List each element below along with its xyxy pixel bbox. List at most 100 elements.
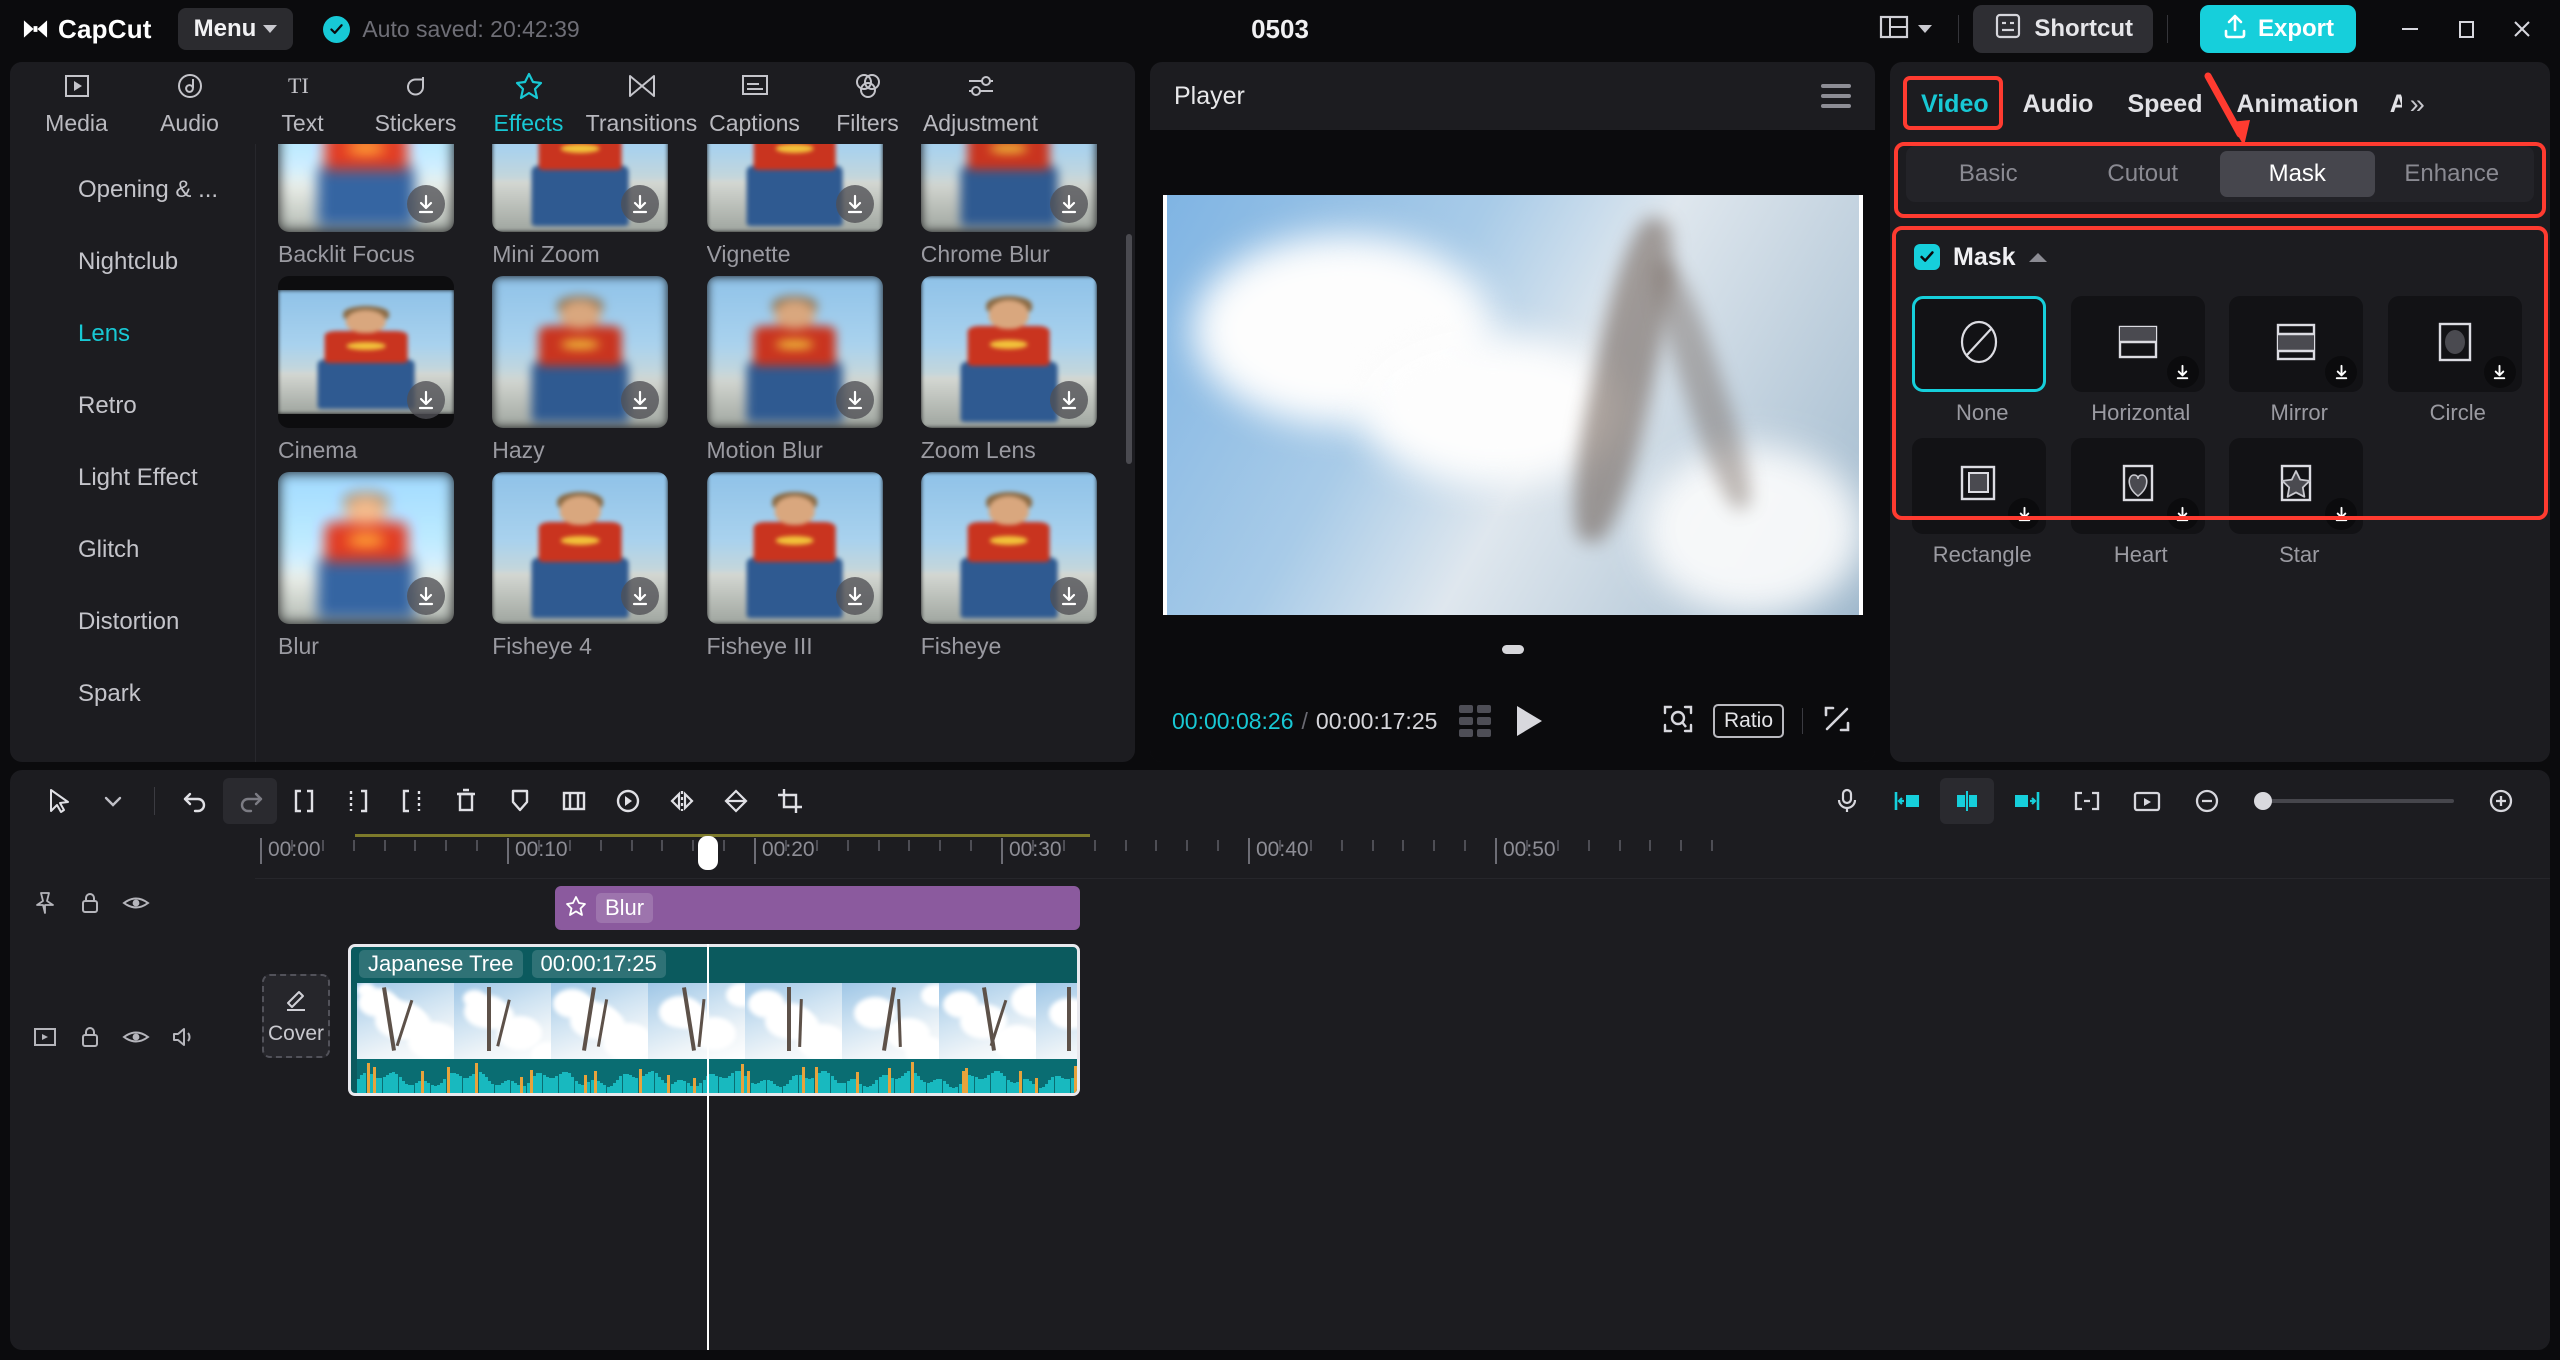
pin-icon[interactable] bbox=[32, 890, 58, 921]
mask-option-circle[interactable]: Circle bbox=[2388, 296, 2529, 426]
category-retro[interactable]: Retro bbox=[10, 370, 255, 442]
download-icon[interactable] bbox=[2484, 356, 2516, 388]
effect-card[interactable]: Zoom Lens bbox=[921, 276, 1113, 464]
preview-icon[interactable] bbox=[2120, 778, 2174, 824]
microphone-icon[interactable] bbox=[1820, 778, 1874, 824]
category-nightclub[interactable]: Nightclub bbox=[10, 226, 255, 298]
subtab-basic[interactable]: Basic bbox=[1911, 151, 2066, 197]
category-glitch[interactable]: Glitch bbox=[10, 514, 255, 586]
freeze-frame-icon[interactable] bbox=[547, 778, 601, 824]
effect-card[interactable]: Backlit Focus bbox=[278, 144, 470, 268]
zoom-out-icon[interactable] bbox=[2180, 778, 2234, 824]
download-icon[interactable] bbox=[621, 381, 659, 419]
download-icon[interactable] bbox=[2325, 498, 2357, 530]
preview-crop-handle-left[interactable] bbox=[1163, 195, 1167, 615]
effect-card[interactable]: Motion Blur bbox=[707, 276, 899, 464]
category-light-effect[interactable]: Light Effect bbox=[10, 442, 255, 514]
download-icon[interactable] bbox=[1050, 577, 1088, 615]
zoom-slider-knob[interactable] bbox=[2254, 792, 2272, 810]
download-icon[interactable] bbox=[407, 185, 445, 223]
effect-card[interactable]: Mini Zoom bbox=[492, 144, 684, 268]
download-icon[interactable] bbox=[2008, 498, 2040, 530]
mask-option-rectangle[interactable]: Rectangle bbox=[1912, 438, 2053, 568]
undo-icon[interactable] bbox=[169, 778, 223, 824]
sidebar-item-adjustment[interactable]: Adjustment bbox=[924, 69, 1037, 137]
effect-card[interactable]: Fisheye III bbox=[707, 472, 899, 660]
category-lens[interactable]: Lens bbox=[10, 298, 255, 370]
sidebar-item-media[interactable]: Media bbox=[20, 69, 133, 137]
play-icon[interactable] bbox=[1517, 706, 1542, 736]
download-icon[interactable] bbox=[2167, 356, 2199, 388]
sidebar-item-text[interactable]: TI Text bbox=[246, 69, 359, 137]
effects-scrollbar[interactable] bbox=[1126, 234, 1132, 464]
select-arrow-icon[interactable] bbox=[32, 778, 86, 824]
zoom-slider[interactable] bbox=[2254, 799, 2454, 803]
split-icon[interactable] bbox=[277, 778, 331, 824]
tab-audio[interactable]: Audio bbox=[2006, 90, 2111, 119]
lock-icon[interactable] bbox=[78, 1024, 102, 1055]
effect-card[interactable]: Fisheye 4 bbox=[492, 472, 684, 660]
ratio-button[interactable]: Ratio bbox=[1713, 704, 1784, 738]
download-icon[interactable] bbox=[836, 577, 874, 615]
download-icon[interactable] bbox=[2325, 356, 2357, 388]
mask-option-none[interactable]: None bbox=[1912, 296, 2053, 426]
download-icon[interactable] bbox=[621, 577, 659, 615]
player-preview[interactable] bbox=[1163, 195, 1863, 615]
preview-bottom-handle[interactable] bbox=[1502, 645, 1524, 654]
magnet-icon[interactable] bbox=[1940, 778, 1994, 824]
rotate-icon[interactable] bbox=[709, 778, 763, 824]
download-icon[interactable] bbox=[836, 185, 874, 223]
menu-button[interactable]: Menu bbox=[178, 8, 294, 50]
trim-left-icon[interactable] bbox=[331, 778, 385, 824]
sidebar-item-transitions[interactable]: Transitions bbox=[585, 69, 698, 137]
cover-button[interactable]: Cover bbox=[262, 974, 330, 1058]
effect-card[interactable]: Vignette bbox=[707, 144, 899, 268]
download-icon[interactable] bbox=[407, 577, 445, 615]
storyboard-icon[interactable] bbox=[1459, 705, 1491, 737]
mask-option-mirror[interactable]: Mirror bbox=[2229, 296, 2370, 426]
zoom-fit-icon[interactable] bbox=[1661, 702, 1695, 741]
tab-adjust-partial[interactable]: A bbox=[2376, 90, 2402, 119]
maximize-icon[interactable] bbox=[2438, 0, 2494, 58]
category-opening[interactable]: Opening & ... bbox=[10, 154, 255, 226]
reverse-icon[interactable] bbox=[601, 778, 655, 824]
download-icon[interactable] bbox=[2167, 498, 2199, 530]
timeline-ruler[interactable]: 00:0000:1000:2000:3000:4000:50 bbox=[10, 832, 2550, 878]
eye-icon[interactable] bbox=[122, 1025, 150, 1054]
effect-card[interactable]: Fisheye bbox=[921, 472, 1113, 660]
delete-icon[interactable] bbox=[439, 778, 493, 824]
shortcut-button[interactable]: Shortcut bbox=[1973, 5, 2153, 53]
adsorb-right-icon[interactable] bbox=[2000, 778, 2054, 824]
caret-up-icon[interactable] bbox=[2029, 253, 2047, 262]
layout-button[interactable] bbox=[1867, 7, 1944, 52]
chevron-double-right-icon[interactable]: » bbox=[2410, 89, 2425, 120]
sidebar-item-stickers[interactable]: Stickers bbox=[359, 69, 472, 137]
video-clip[interactable]: Japanese Tree 00:00:17:25 bbox=[348, 944, 1080, 1096]
download-icon[interactable] bbox=[407, 381, 445, 419]
download-icon[interactable] bbox=[621, 185, 659, 223]
hamburger-icon[interactable] bbox=[1821, 84, 1851, 108]
category-distortion[interactable]: Distortion bbox=[10, 586, 255, 658]
export-button[interactable]: Export bbox=[2200, 5, 2356, 53]
playhead-knob[interactable] bbox=[698, 836, 718, 870]
subtab-mask[interactable]: Mask bbox=[2220, 151, 2375, 197]
download-icon[interactable] bbox=[836, 381, 874, 419]
tab-speed[interactable]: Speed bbox=[2110, 90, 2219, 119]
tab-animation[interactable]: Animation bbox=[2219, 90, 2375, 119]
marker-icon[interactable] bbox=[493, 778, 547, 824]
mask-option-heart[interactable]: Heart bbox=[2071, 438, 2212, 568]
sidebar-item-filters[interactable]: Filters bbox=[811, 69, 924, 137]
zoom-in-icon[interactable] bbox=[2474, 778, 2528, 824]
preview-crop-handle-right[interactable] bbox=[1859, 195, 1863, 615]
effect-card[interactable]: Hazy bbox=[492, 276, 684, 464]
mask-option-horizontal[interactable]: Horizontal bbox=[2071, 296, 2212, 426]
effect-card[interactable]: Cinema bbox=[278, 276, 470, 464]
subtab-enhance[interactable]: Enhance bbox=[2375, 151, 2530, 197]
volume-icon[interactable] bbox=[170, 1025, 198, 1054]
redo-icon[interactable] bbox=[223, 778, 277, 824]
download-icon[interactable] bbox=[1050, 381, 1088, 419]
mask-option-star[interactable]: Star bbox=[2229, 438, 2370, 568]
sidebar-item-effects[interactable]: Effects bbox=[472, 69, 585, 137]
effect-clip[interactable]: Blur bbox=[555, 886, 1080, 930]
eye-icon[interactable] bbox=[122, 891, 150, 920]
